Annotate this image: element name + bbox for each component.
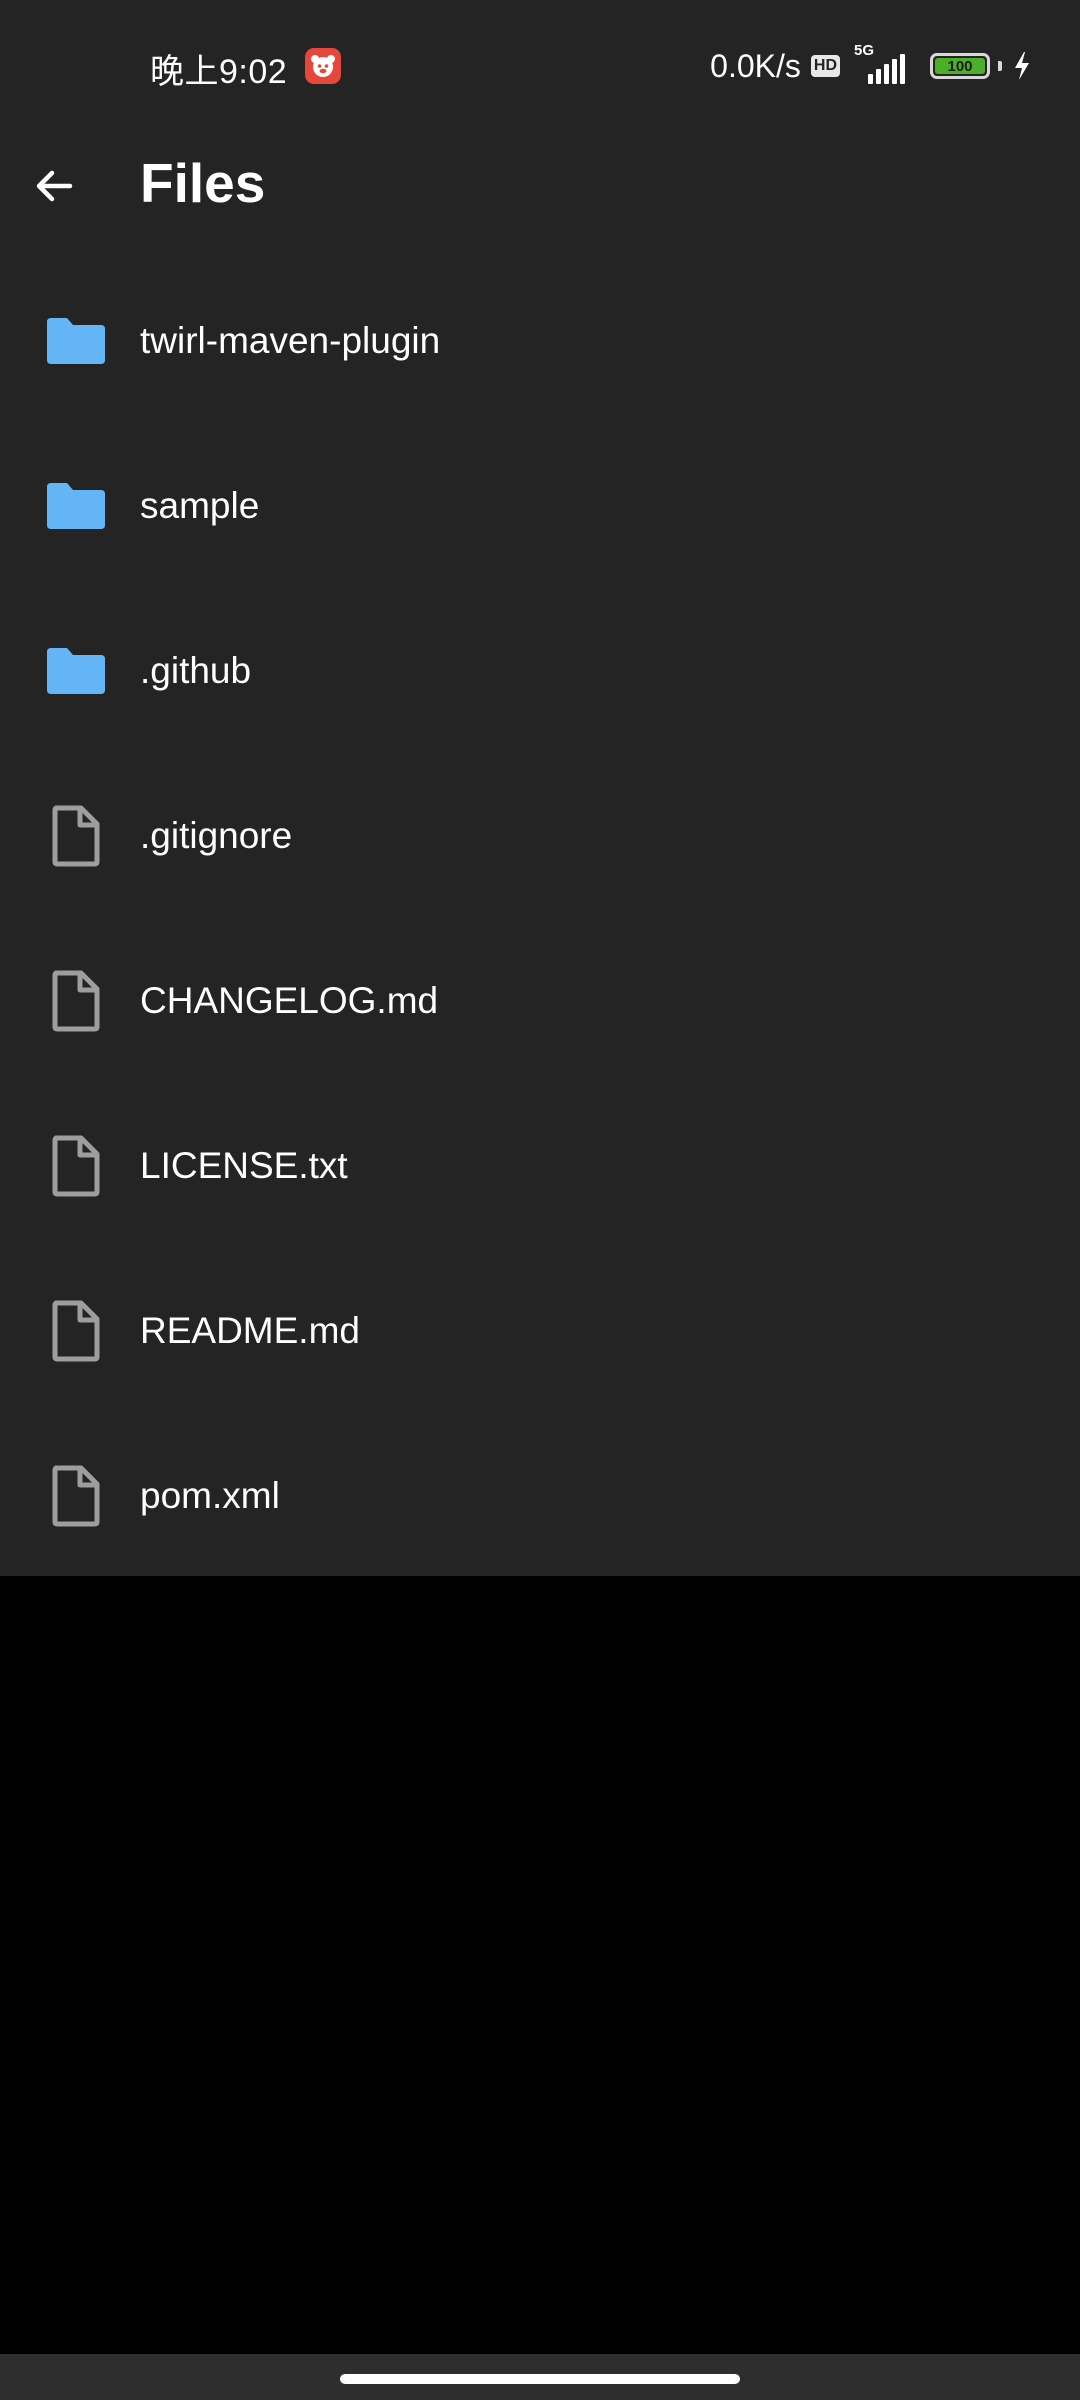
app-notification-icon [305,48,341,84]
item-label: sample [140,484,260,526]
list-item-folder[interactable]: sample [0,423,1080,588]
back-button[interactable] [24,156,84,216]
item-label: .gitignore [140,814,293,856]
toolbar: Files [0,134,1080,230]
battery-cap [998,61,1002,71]
network-speed: 0.0K/s [710,47,801,84]
item-label: README.md [140,1309,360,1351]
page-title: Files [140,152,266,214]
status-indicators: 0.0K/s HD 5G 100 [710,42,1032,88]
file-icon [44,1464,108,1528]
network-type: 5G [854,42,875,59]
item-label: LICENSE.txt [140,1144,348,1186]
folder-icon [44,309,108,373]
list-item-file[interactable]: pom.xml [0,1413,1080,1578]
file-icon [44,804,108,868]
list-item-folder[interactable]: twirl-maven-plugin [0,258,1080,423]
list-item-file[interactable]: README.md [0,1248,1080,1413]
folder-icon [44,639,108,703]
item-label: .github [140,649,252,691]
cellular-signal-icon: 5G [854,42,914,86]
file-icon [44,969,108,1033]
folder-icon [44,474,108,538]
item-label: pom.xml [140,1474,280,1516]
file-list: twirl-maven-plugin sample .github .gitig… [0,258,1080,1578]
hd-badge: HD [810,55,840,77]
battery-icon: 100 [930,53,990,79]
item-label: CHANGELOG.md [140,979,439,1021]
status-time: 晚上9:02 [150,53,288,91]
file-icon [44,1134,108,1198]
app-screen: 晚上9:02 0.0K/s HD 5G 100 Files twirl-mave… [0,0,1080,1576]
status-bar: 晚上9:02 0.0K/s HD 5G 100 [0,0,1080,134]
item-label: twirl-maven-plugin [140,319,441,361]
list-item-file[interactable]: .gitignore [0,753,1080,918]
list-item-file[interactable]: CHANGELOG.md [0,918,1080,1083]
arrow-back-icon [36,170,73,202]
battery-level: 100 [935,58,985,75]
list-item-folder[interactable]: .github [0,588,1080,753]
lightning-bolt-icon [1015,52,1029,80]
navigation-bar [0,2354,1080,2400]
home-indicator[interactable] [340,2374,740,2384]
file-icon [44,1299,108,1363]
list-item-file[interactable]: LICENSE.txt [0,1083,1080,1248]
